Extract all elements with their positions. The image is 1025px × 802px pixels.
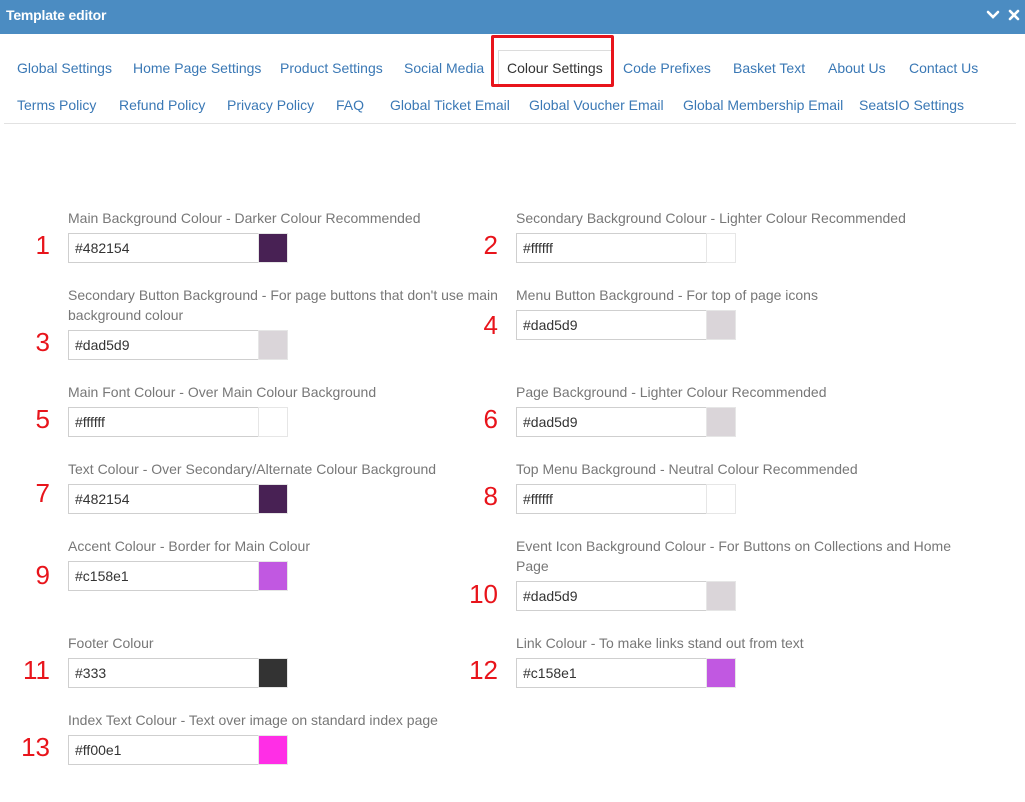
colour-field-main-font: Main Font Colour - Over Main Colour Back… [36, 382, 508, 437]
colour-hex-input[interactable] [68, 484, 258, 514]
colour-hex-input[interactable] [516, 233, 706, 263]
colour-field-top-menu-background: Top Menu Background - Neutral Colour Rec… [484, 459, 956, 514]
colour-hex-input[interactable] [68, 561, 258, 591]
field-label: Event Icon Background Colour - For Butto… [516, 538, 952, 574]
colour-swatch[interactable] [258, 330, 288, 360]
tab-code-prefixes[interactable]: Code Prefixes [623, 58, 711, 78]
field-number: 10 [469, 579, 498, 609]
colour-swatch[interactable] [706, 310, 736, 340]
tab-faq[interactable]: FAQ [336, 95, 364, 115]
field-label: Menu Button Background - For top of page… [516, 287, 818, 303]
field-number: 9 [35, 560, 50, 590]
field-number: 8 [483, 481, 498, 511]
colour-field-footer: Footer Colour 11 [23, 633, 508, 688]
field-label: Main Font Colour - Over Main Colour Back… [68, 384, 377, 400]
tab-about-us[interactable]: About Us [828, 58, 886, 78]
tab-terms-policy[interactable]: Terms Policy [17, 95, 96, 115]
colour-field-accent: Accent Colour - Border for Main Colour 9 [36, 536, 508, 591]
field-number: 4 [483, 310, 498, 340]
colour-hex-input[interactable] [516, 658, 706, 688]
tab-basket-text[interactable]: Basket Text [733, 58, 805, 78]
colour-field-text: Text Colour - Over Secondary/Alternate C… [36, 459, 508, 514]
field-number: 1 [35, 230, 50, 260]
field-label: Link Colour - To make links stand out fr… [516, 635, 804, 651]
tab-global-settings[interactable]: Global Settings [17, 58, 112, 78]
colour-hex-input[interactable] [516, 407, 706, 437]
colour-field-secondary-button-background: Secondary Button Background - For page b… [36, 285, 508, 360]
colour-field-main-background: Main Background Colour - Darker Colour R… [36, 208, 508, 263]
window-titlebar: Template editor [0, 0, 1025, 34]
field-label: Index Text Colour - Text over image on s… [68, 712, 438, 728]
field-number: 2 [483, 230, 498, 260]
colour-hex-input[interactable] [68, 407, 258, 437]
field-label: Top Menu Background - Neutral Colour Rec… [516, 461, 858, 477]
colour-swatch[interactable] [706, 484, 736, 514]
tabs-divider [4, 123, 1016, 124]
colour-field-index-text: Index Text Colour - Text over image on s… [21, 710, 508, 765]
field-number: 12 [469, 655, 498, 685]
field-label: Secondary Button Background - For page b… [68, 287, 498, 323]
colour-swatch[interactable] [706, 581, 736, 611]
field-number: 3 [35, 327, 50, 357]
tab-refund-policy[interactable]: Refund Policy [119, 95, 205, 115]
tab-colour-settings[interactable]: Colour Settings [498, 50, 612, 86]
field-number: 5 [35, 404, 50, 434]
colour-hex-input[interactable] [68, 735, 258, 765]
colour-field-secondary-background: Secondary Background Colour - Lighter Co… [484, 208, 956, 263]
tab-social-media[interactable]: Social Media [404, 58, 484, 78]
window-title: Template editor [6, 7, 107, 23]
colour-field-event-icon-background: Event Icon Background Colour - For Butto… [469, 536, 956, 611]
colour-hex-input[interactable] [68, 330, 258, 360]
field-label: Text Colour - Over Secondary/Alternate C… [68, 461, 437, 477]
colour-swatch[interactable] [258, 561, 288, 591]
colour-hex-input[interactable] [68, 233, 258, 263]
colour-swatch[interactable] [258, 658, 288, 688]
colour-swatch[interactable] [706, 407, 736, 437]
colour-hex-input[interactable] [516, 581, 706, 611]
colour-hex-input[interactable] [68, 658, 258, 688]
field-number: 11 [23, 655, 50, 685]
tab-global-voucher-email[interactable]: Global Voucher Email [529, 95, 664, 115]
field-label: Footer Colour [68, 635, 154, 651]
tab-seatsio-settings[interactable]: SeatsIO Settings [859, 95, 964, 115]
colour-hex-input[interactable] [516, 484, 706, 514]
tab-global-ticket-email[interactable]: Global Ticket Email [390, 95, 510, 115]
tab-global-membership-email[interactable]: Global Membership Email [683, 95, 843, 115]
field-number: 13 [21, 732, 50, 762]
field-label: Accent Colour - Border for Main Colour [68, 538, 310, 554]
close-icon[interactable] [1006, 6, 1022, 24]
colour-swatch[interactable] [706, 233, 736, 263]
tab-privacy-policy[interactable]: Privacy Policy [227, 95, 314, 115]
tab-home-page-settings[interactable]: Home Page Settings [133, 58, 261, 78]
colour-swatch[interactable] [258, 407, 288, 437]
field-number: 7 [35, 478, 50, 508]
colour-field-link: Link Colour - To make links stand out fr… [469, 633, 956, 688]
field-label: Main Background Colour - Darker Colour R… [68, 210, 421, 226]
field-label: Secondary Background Colour - Lighter Co… [516, 210, 906, 226]
tab-product-settings[interactable]: Product Settings [280, 58, 383, 78]
tab-contact-us[interactable]: Contact Us [909, 58, 978, 78]
colour-hex-input[interactable] [516, 310, 706, 340]
colour-swatch[interactable] [258, 233, 288, 263]
colour-swatch[interactable] [258, 484, 288, 514]
field-label: Page Background - Lighter Colour Recomme… [516, 384, 827, 400]
colour-field-page-background: Page Background - Lighter Colour Recomme… [484, 382, 956, 437]
colour-swatch[interactable] [258, 735, 288, 765]
chevron-down-icon[interactable] [985, 6, 1001, 24]
colour-swatch[interactable] [706, 658, 736, 688]
field-number: 6 [483, 404, 498, 434]
colour-field-menu-button-background: Menu Button Background - For top of page… [484, 285, 956, 340]
